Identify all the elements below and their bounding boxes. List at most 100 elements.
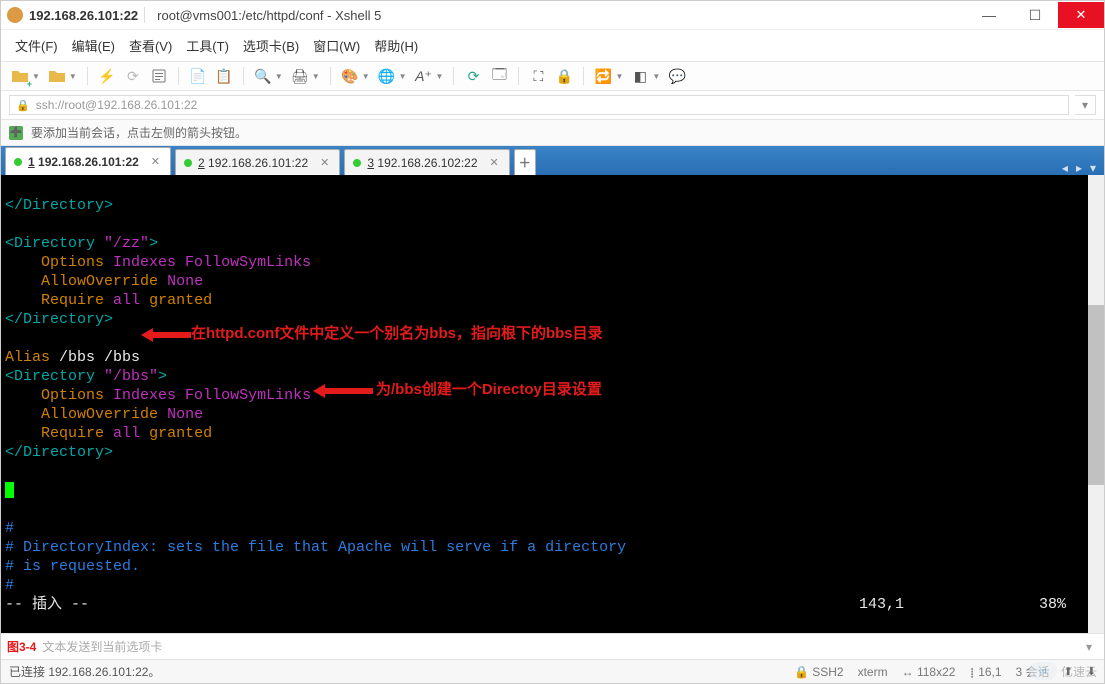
- terminal-cursor: [5, 482, 14, 498]
- terminal-view[interactable]: </Directory> <Directory "/zz"> Options I…: [1, 175, 1104, 633]
- dropdown-icon[interactable]: ▼: [652, 72, 662, 81]
- tab-label: 3 192.168.26.102:22: [367, 156, 477, 170]
- address-bar-row: 🔒 ssh://root@192.168.26.101:22 ▾: [1, 91, 1104, 120]
- tab-label: 1 192.168.26.101:22: [28, 155, 139, 169]
- title-sep: [144, 7, 145, 23]
- tab-close-icon[interactable]: ✕: [151, 155, 160, 168]
- annotation-1: 在httpd.conf文件中定义一个别名为bbs，指向根下的bbs目录: [191, 324, 603, 343]
- hint-text: 要添加当前会话，点击左侧的箭头按钮。: [31, 124, 247, 141]
- transfer-button[interactable]: 🔁: [592, 65, 614, 87]
- help-button[interactable]: 💬: [666, 65, 688, 87]
- address-text: ssh://root@192.168.26.101:22: [36, 98, 198, 112]
- lock-button[interactable]: 🔒: [553, 65, 575, 87]
- session-tab-3[interactable]: 3 192.168.26.102:22 ✕: [344, 149, 509, 175]
- menu-tools[interactable]: 工具(T): [186, 36, 229, 55]
- toolbar-separator: [243, 67, 244, 85]
- fullscreen-button[interactable]: ⛶: [527, 65, 549, 87]
- properties-button[interactable]: [148, 65, 170, 87]
- annotation-2: 为/bbs创建一个Directoy目录设置: [376, 380, 602, 399]
- address-input[interactable]: 🔒 ssh://root@192.168.26.101:22: [9, 95, 1069, 115]
- minimize-button[interactable]: —: [966, 2, 1012, 28]
- status-size: ↔ 118x22: [902, 665, 956, 679]
- session-tab-1[interactable]: 1 192.168.26.101:22 ✕: [5, 147, 171, 175]
- scrollbar-thumb[interactable]: [1088, 305, 1104, 485]
- disconnect-button[interactable]: ⚡: [96, 65, 118, 87]
- tab-list-dropdown[interactable]: ▾: [1090, 161, 1096, 175]
- terminal-scrollbar[interactable]: [1088, 175, 1104, 633]
- title-bar: 192.168.26.101:22 root@vms001:/etc/httpd…: [1, 1, 1104, 29]
- broadcast-button[interactable]: ◧: [629, 65, 651, 87]
- menu-edit[interactable]: 编辑(E): [72, 36, 115, 55]
- tab-prev-icon[interactable]: ◂: [1062, 161, 1068, 175]
- dropdown-icon[interactable]: ▼: [362, 72, 372, 81]
- hint-bar: ➕ 要添加当前会话，点击左侧的箭头按钮。: [1, 120, 1104, 146]
- watermark: ∞ 亿速云: [1029, 662, 1097, 680]
- refresh-button[interactable]: ⟳: [462, 65, 484, 87]
- menu-file[interactable]: 文件(F): [15, 36, 58, 55]
- menu-window[interactable]: 窗口(W): [313, 36, 360, 55]
- close-button[interactable]: ✕: [1058, 2, 1104, 28]
- window-buttons: — ☐ ✕: [966, 2, 1104, 28]
- dropdown-icon[interactable]: ▼: [32, 72, 42, 81]
- find-button[interactable]: 🔍: [252, 65, 274, 87]
- dropdown-icon[interactable]: ▼: [275, 72, 285, 81]
- figure-label: 图3-4: [7, 638, 36, 655]
- dropdown-icon[interactable]: ▼: [312, 72, 322, 81]
- color-scheme-button[interactable]: 🎨: [339, 65, 361, 87]
- print-button[interactable]: 🖨: [289, 65, 311, 87]
- tab-strip: 1 192.168.26.101:22 ✕ 2 192.168.26.101:2…: [1, 146, 1104, 175]
- toolbar-separator: [330, 67, 331, 85]
- new-session-button[interactable]: [9, 65, 31, 87]
- status-bar: 已连接 192.168.26.101:22。 🔒 SSH2 xterm ↔ 11…: [1, 659, 1104, 683]
- menu-tabs[interactable]: 选项卡(B): [243, 36, 299, 55]
- dropdown-icon[interactable]: ▼: [69, 72, 79, 81]
- reconnect-button[interactable]: ⟳: [122, 65, 144, 87]
- tab-close-icon[interactable]: ✕: [320, 156, 329, 169]
- title-path: root@vms001:/etc/httpd/conf - Xshell 5: [157, 8, 381, 23]
- arrow-icon: [141, 327, 191, 343]
- maximize-button[interactable]: ☐: [1012, 2, 1058, 28]
- compose-input[interactable]: 文本发送到当前选项卡: [42, 638, 1074, 655]
- copy-button[interactable]: 📄: [187, 65, 209, 87]
- app-logo-icon: [7, 7, 23, 23]
- dropdown-icon[interactable]: ▼: [399, 72, 409, 81]
- toolbar-separator: [178, 67, 179, 85]
- arrow-icon: [313, 383, 373, 399]
- status-cursor: ┋ 16,1: [969, 665, 1001, 679]
- session-tab-2[interactable]: 2 192.168.26.101:22 ✕: [175, 149, 340, 175]
- tab-label: 2 192.168.26.101:22: [198, 156, 308, 170]
- status-protocol: 🔒 SSH2: [794, 665, 844, 679]
- tool-bar: ▼ ▼ ⚡ ⟳ 📄 📋 🔍▼ 🖨▼ 🎨▼ 🌐▼ A⁺▼ ⟳ 🗔 ⛶ 🔒 🔁▼ ◧…: [1, 61, 1104, 91]
- toolbar-separator: [583, 67, 584, 85]
- add-session-icon[interactable]: ➕: [9, 126, 23, 140]
- status-dot-icon: [353, 159, 361, 167]
- tab-nav: ◂ ▸ ▾: [1054, 161, 1104, 175]
- menu-view[interactable]: 查看(V): [129, 36, 172, 55]
- open-session-button[interactable]: [46, 65, 68, 87]
- status-dot-icon: [184, 159, 192, 167]
- address-history-dropdown[interactable]: ▾: [1075, 95, 1096, 115]
- toolbar-separator: [518, 67, 519, 85]
- app-window: 192.168.26.101:22 root@vms001:/etc/httpd…: [0, 0, 1105, 684]
- tab-close-icon[interactable]: ✕: [490, 156, 499, 169]
- dropdown-icon[interactable]: ▼: [436, 72, 446, 81]
- status-dot-icon: [14, 158, 22, 166]
- cloud-icon: ∞: [1029, 662, 1057, 680]
- tab-next-icon[interactable]: ▸: [1076, 161, 1082, 175]
- paste-button[interactable]: 📋: [213, 65, 235, 87]
- toolbar-separator: [453, 67, 454, 85]
- title-ip: 192.168.26.101:22: [29, 8, 138, 23]
- menu-help[interactable]: 帮助(H): [374, 36, 418, 55]
- toolbar-separator: [87, 67, 88, 85]
- sessions-button[interactable]: 🗔: [488, 65, 510, 87]
- status-termtype: xterm: [858, 665, 888, 679]
- font-button[interactable]: A⁺: [413, 65, 435, 87]
- encoding-button[interactable]: 🌐: [376, 65, 398, 87]
- new-tab-button[interactable]: ＋: [514, 149, 536, 175]
- compose-bar: 图3-4 文本发送到当前选项卡 ▾: [1, 633, 1104, 659]
- dropdown-icon[interactable]: ▼: [615, 72, 625, 81]
- lock-icon: 🔒: [16, 99, 30, 112]
- menu-bar: 文件(F) 编辑(E) 查看(V) 工具(T) 选项卡(B) 窗口(W) 帮助(…: [1, 29, 1104, 61]
- status-connected: 已连接 192.168.26.101:22。: [9, 663, 160, 680]
- compose-dropdown[interactable]: ▾: [1080, 640, 1098, 654]
